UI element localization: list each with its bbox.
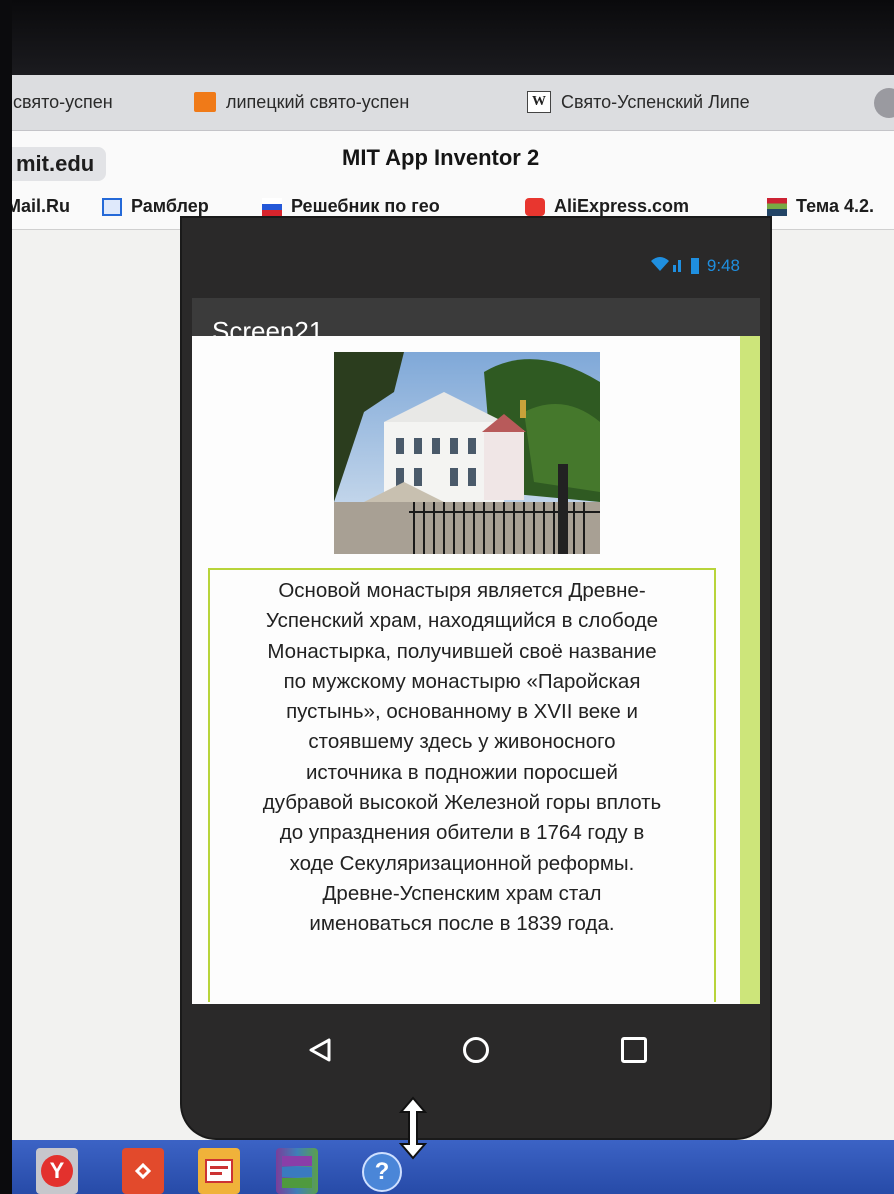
reader-icon (205, 1159, 233, 1183)
monitor-screen: i свято-успен липецкий свято-успен W Свя… (12, 0, 894, 1194)
profile-avatar-icon[interactable] (874, 88, 894, 118)
android-nav-bar (204, 1006, 752, 1136)
taskbar-help[interactable]: ? (358, 1148, 402, 1194)
anydesk-icon (134, 1162, 152, 1180)
winrar-books-icon (282, 1156, 312, 1188)
bookmark-label: Mail.Ru (12, 196, 71, 216)
screen-arrangement[interactable]: Основой монастыря является Древне- Успен… (192, 336, 760, 1004)
back-triangle-icon (309, 1038, 331, 1062)
tab-label: i свято-успен (12, 91, 113, 112)
home-button[interactable] (456, 1030, 496, 1070)
tab-label: Свято-Успенский Липе (561, 91, 750, 112)
address-bar: mit.edu MIT App Inventor 2 (12, 131, 894, 189)
taskbar-yandex-browser[interactable]: Y (36, 1148, 78, 1194)
battery-icon (690, 258, 699, 274)
books-icon (767, 197, 787, 216)
yandex-icon: Y (41, 1155, 73, 1187)
bookmark-reshebnik[interactable]: Решебник по гео (262, 196, 440, 217)
phone-status-bar: 9:48 (194, 236, 748, 296)
tab-svyato-uspen[interactable]: i свято-успен (12, 87, 113, 117)
russian-flag-icon (262, 197, 282, 216)
phone-preview: 9:48 Screen21 Основой монастыря является… (182, 218, 770, 1138)
taskbar-pdf-reader[interactable] (198, 1148, 240, 1194)
bookmark-rambler[interactable]: Рамблер (102, 196, 209, 217)
bookmark-label: Рамблер (131, 196, 209, 216)
description-label: Основой монастыря является Древне- Успен… (208, 568, 716, 1002)
tab-lipetsky-svyato-uspen[interactable]: липецкий свято-успен (194, 87, 409, 117)
recents-button[interactable] (614, 1030, 654, 1070)
monastery-photo (334, 352, 600, 554)
status-time: 9:48 (706, 256, 740, 275)
browser-tab-strip: i свято-успен липецкий свято-успен W Свя… (12, 75, 894, 131)
page-title: MIT App Inventor 2 (342, 145, 540, 170)
bookmark-label: Решебник по гео (291, 196, 440, 216)
home-circle-icon (463, 1037, 489, 1063)
tab-label: липецкий свято-успен (226, 91, 410, 112)
back-button[interactable] (300, 1030, 340, 1070)
tab-wikipedia[interactable]: W Свято-Успенский Липе (527, 87, 750, 117)
bookmark-tema[interactable]: Тема 4.2. (767, 196, 874, 217)
resize-cursor-icon (398, 1096, 428, 1170)
signal-bars-icon (650, 256, 681, 272)
wifi-signal-icon (649, 255, 683, 278)
photo-favicon-icon (194, 92, 216, 112)
rambler-icon (102, 197, 122, 216)
screen-bezel-top (12, 0, 894, 75)
vertical-resize-icon (398, 1096, 428, 1160)
recents-square-icon (621, 1037, 647, 1063)
aliexpress-icon (525, 197, 545, 216)
help-icon: ? (362, 1152, 402, 1192)
wikipedia-icon: W (527, 91, 551, 113)
windows-taskbar: Y ? (12, 1140, 894, 1194)
bookmark-label: Тема 4.2. (796, 196, 874, 216)
bookmark-aliexpress[interactable]: AliExpress.com (525, 196, 689, 217)
bookmark-label: AliExpress.com (554, 196, 690, 216)
church-image[interactable] (334, 352, 600, 554)
taskbar-anydesk[interactable] (122, 1148, 164, 1194)
url-field[interactable]: mit.edu (12, 147, 107, 181)
taskbar-winrar[interactable] (276, 1148, 318, 1194)
bookmark-mailru[interactable]: Mail.Ru (12, 196, 70, 217)
